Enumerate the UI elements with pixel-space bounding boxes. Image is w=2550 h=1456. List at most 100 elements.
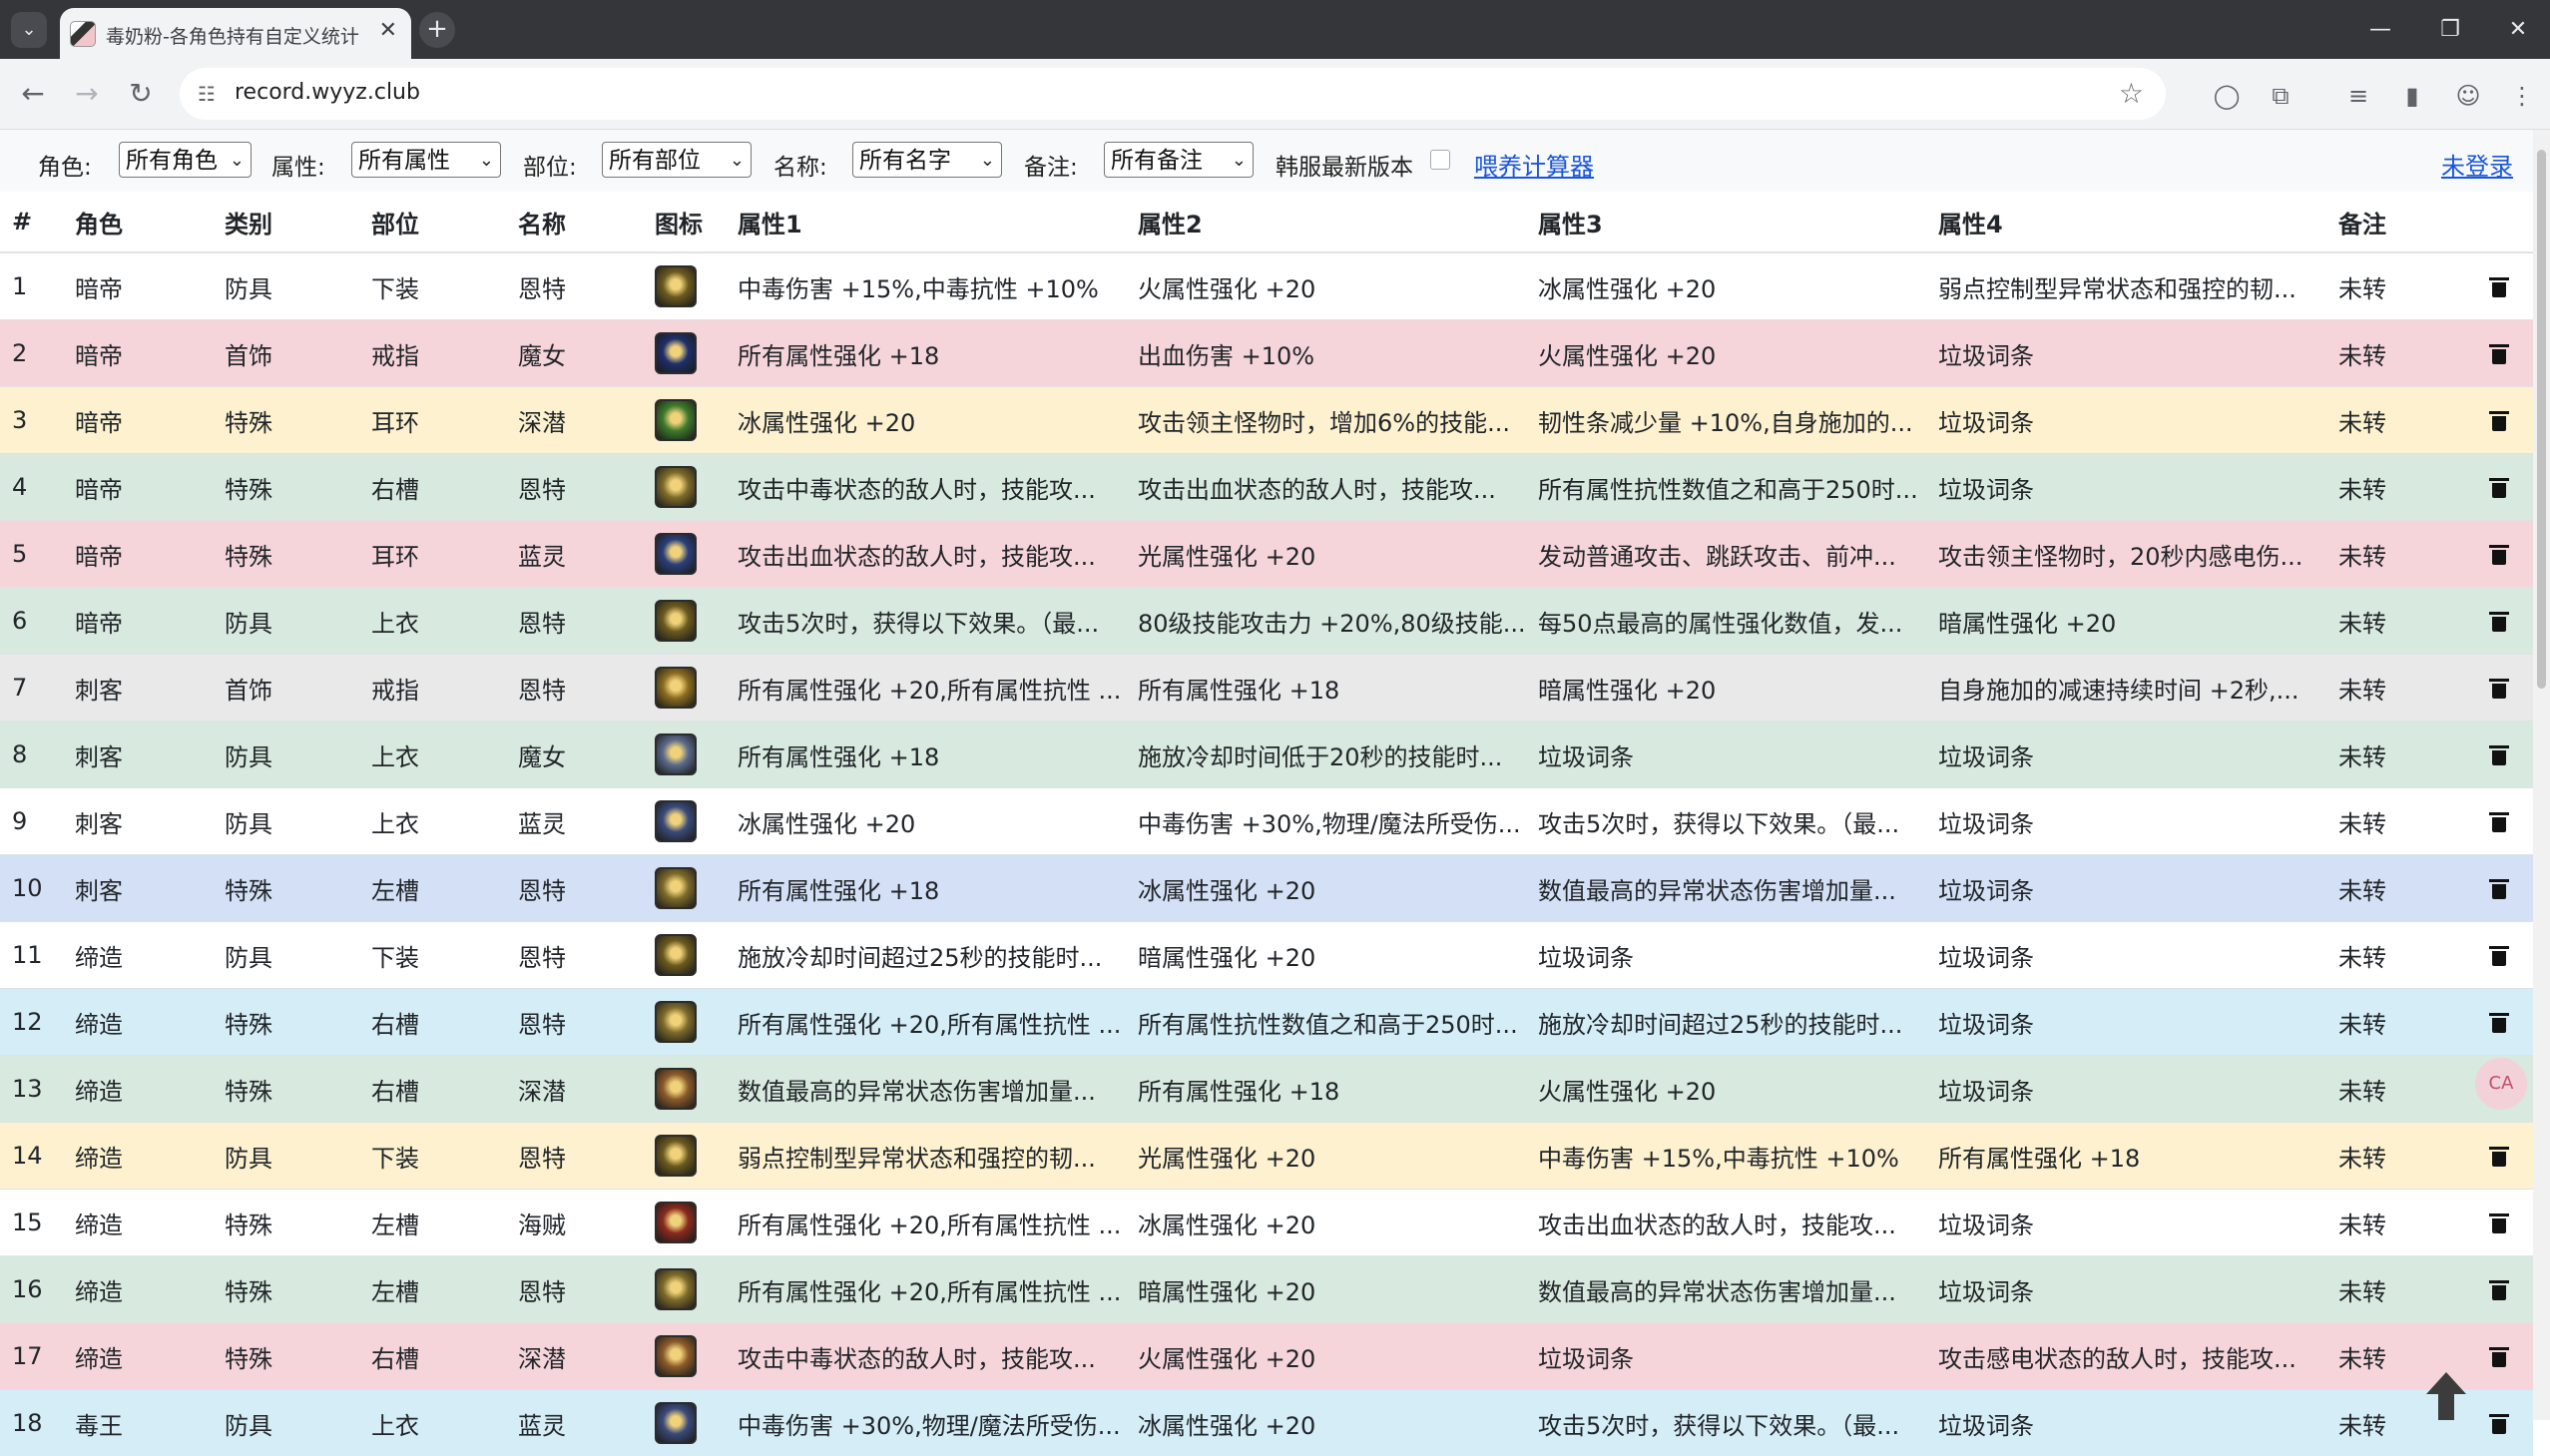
row-attr3: 所有属性抗性数值之和高于250时... <box>1528 454 1928 521</box>
tab-search-chevron-icon[interactable]: ⌄ <box>11 12 47 48</box>
row-delete[interactable] <box>2465 922 2533 989</box>
trash-icon[interactable] <box>2491 1414 2507 1434</box>
row-delete[interactable] <box>2465 1323 2533 1390</box>
row-delete[interactable] <box>2465 588 2533 655</box>
trash-icon[interactable] <box>2491 545 2507 565</box>
row-delete[interactable] <box>2465 1256 2533 1323</box>
col-header-attr4: 属性4 <box>1928 192 2328 252</box>
row-icon <box>655 655 728 722</box>
row-delete[interactable] <box>2465 320 2533 387</box>
reading-list-icon[interactable]: ≡ <box>2341 79 2375 113</box>
extensions-puzzle-icon[interactable]: ⧉ <box>2264 79 2297 113</box>
trash-icon[interactable] <box>2491 612 2507 632</box>
note-filter-select[interactable]: 所有备注 ⌄ <box>1104 142 1254 178</box>
address-bar[interactable]: ☷ record.wyyz.club ☆ <box>180 68 2166 120</box>
row-attr4: 垃圾词条 <box>1928 454 2328 521</box>
row-attr1: 中毒伤害 +15%,中毒抗性 +10% <box>728 252 1128 320</box>
more-menu-icon[interactable]: ⋮ <box>2505 79 2539 113</box>
row-index: 10 <box>0 855 65 922</box>
row-name: 魔女 <box>508 722 655 788</box>
url-text[interactable]: record.wyyz.club <box>235 80 420 105</box>
row-delete[interactable] <box>2465 855 2533 922</box>
site-info-icon[interactable]: ☷ <box>194 81 220 107</box>
attr-filter-select[interactable]: 所有属性 ⌄ <box>351 142 501 178</box>
table-row: 7刺客首饰戒指恩特所有属性强化 +20,所有属性抗性 ...所有属性强化 +18… <box>0 655 2533 722</box>
row-attr3: 暗属性强化 +20 <box>1528 655 1928 722</box>
row-attr2: 光属性强化 +20 <box>1128 1123 1528 1190</box>
row-attr3: 攻击5次时，获得以下效果。（最... <box>1528 1390 1928 1456</box>
chevron-down-icon: ⌄ <box>730 143 745 179</box>
row-attr1: 所有属性强化 +20,所有属性抗性 ... <box>728 1256 1128 1323</box>
back-to-top-arrow-icon[interactable] <box>2423 1372 2469 1420</box>
window-close-icon[interactable]: ✕ <box>2493 12 2543 48</box>
row-attr2: 所有属性强化 +18 <box>1128 655 1528 722</box>
table-row: 10刺客特殊左槽恩特所有属性强化 +18冰属性强化 +20数值最高的异常状态伤害… <box>0 855 2533 922</box>
trash-icon[interactable] <box>2491 679 2507 699</box>
trash-icon[interactable] <box>2491 1347 2507 1367</box>
row-delete[interactable] <box>2465 1190 2533 1256</box>
login-status-link[interactable]: 未登录 <box>2441 147 2513 182</box>
role-filter-select[interactable]: 所有角色 ⌄ <box>119 142 252 178</box>
row-note: 未转 <box>2328 655 2465 722</box>
trash-icon[interactable] <box>2491 1213 2507 1233</box>
name-filter-select[interactable]: 所有名字 ⌄ <box>852 142 1002 178</box>
restore-icon[interactable]: ❐ <box>2425 12 2475 48</box>
bookmark-star-icon[interactable]: ☆ <box>2119 77 2144 110</box>
trash-icon[interactable] <box>2491 344 2507 364</box>
table-row: 18毒王防具上衣蓝灵中毒伤害 +30%,物理/魔法所受伤...冰属性强化 +20… <box>0 1390 2533 1456</box>
row-note: 未转 <box>2328 788 2465 855</box>
profile-avatar-icon[interactable]: ☺ <box>2451 79 2485 113</box>
row-attr3: 发动普通攻击、跳跃攻击、前冲... <box>1528 521 1928 588</box>
row-attr2: 攻击出血状态的敌人时，技能攻... <box>1128 454 1528 521</box>
table-body: 1暗帝防具下装恩特中毒伤害 +15%,中毒抗性 +10%火属性强化 +20冰属性… <box>0 252 2533 1456</box>
back-arrow-icon[interactable]: ← <box>14 75 52 113</box>
row-icon <box>655 1123 728 1190</box>
trash-icon[interactable] <box>2491 1013 2507 1033</box>
row-attr2: 暗属性强化 +20 <box>1128 1256 1528 1323</box>
forward-arrow-icon[interactable]: → <box>68 75 106 113</box>
row-delete[interactable] <box>2465 1390 2533 1456</box>
trash-icon[interactable] <box>2491 1147 2507 1167</box>
side-panel-icon[interactable]: ▮ <box>2395 79 2429 113</box>
extension-circle-icon[interactable]: ◯ <box>2210 79 2244 113</box>
trash-icon[interactable] <box>2491 745 2507 765</box>
row-attr4: 垃圾词条 <box>1928 387 2328 454</box>
trash-icon[interactable] <box>2491 812 2507 832</box>
trash-icon[interactable] <box>2491 879 2507 899</box>
trash-icon[interactable] <box>2491 277 2507 297</box>
minimize-icon[interactable]: — <box>2355 12 2405 48</box>
row-delete[interactable] <box>2465 655 2533 722</box>
row-delete[interactable] <box>2465 1123 2533 1190</box>
row-name: 深潜 <box>508 1323 655 1390</box>
row-attr1: 所有属性强化 +18 <box>728 722 1128 788</box>
page-scrollbar[interactable] <box>2533 130 2550 1420</box>
row-delete[interactable] <box>2465 252 2533 320</box>
floating-assistant-icon[interactable]: CA <box>2475 1058 2527 1110</box>
row-role: 缔造 <box>65 1256 215 1323</box>
trash-icon[interactable] <box>2491 946 2507 966</box>
role-filter-value: 所有角色 <box>126 148 218 174</box>
row-delete[interactable] <box>2465 722 2533 788</box>
equipment-table: # 角色 类别 部位 名称 图标 属性1 属性2 属性3 属性4 备注 1暗帝防… <box>0 192 2533 1456</box>
row-delete[interactable] <box>2465 521 2533 588</box>
new-tab-plus-icon[interactable]: + <box>419 12 455 48</box>
table-row: 17缔造特殊右槽深潜攻击中毒状态的敌人时，技能攻...火属性强化 +20垃圾词条… <box>0 1323 2533 1390</box>
browser-tab[interactable]: 毒奶粉-各角色持有自定义统计 ✕ <box>60 8 411 59</box>
row-delete[interactable] <box>2465 788 2533 855</box>
tab-close-icon[interactable]: ✕ <box>379 18 397 43</box>
row-attr4: 垃圾词条 <box>1928 722 2328 788</box>
scrollbar-thumb[interactable] <box>2537 150 2546 689</box>
trash-icon[interactable] <box>2491 478 2507 498</box>
row-delete[interactable] <box>2465 454 2533 521</box>
row-delete[interactable] <box>2465 989 2533 1056</box>
row-delete[interactable] <box>2465 387 2533 454</box>
feed-calculator-link[interactable]: 喂养计算器 <box>1474 147 1594 182</box>
reload-icon[interactable]: ↻ <box>122 75 160 113</box>
part-filter-select[interactable]: 所有部位 ⌄ <box>602 142 752 178</box>
row-part: 左槽 <box>361 1190 508 1256</box>
kr-version-checkbox[interactable] <box>1430 150 1450 170</box>
trash-icon[interactable] <box>2491 1280 2507 1300</box>
row-category: 特殊 <box>215 1056 361 1123</box>
trash-icon[interactable] <box>2491 411 2507 431</box>
row-index: 5 <box>0 521 65 588</box>
